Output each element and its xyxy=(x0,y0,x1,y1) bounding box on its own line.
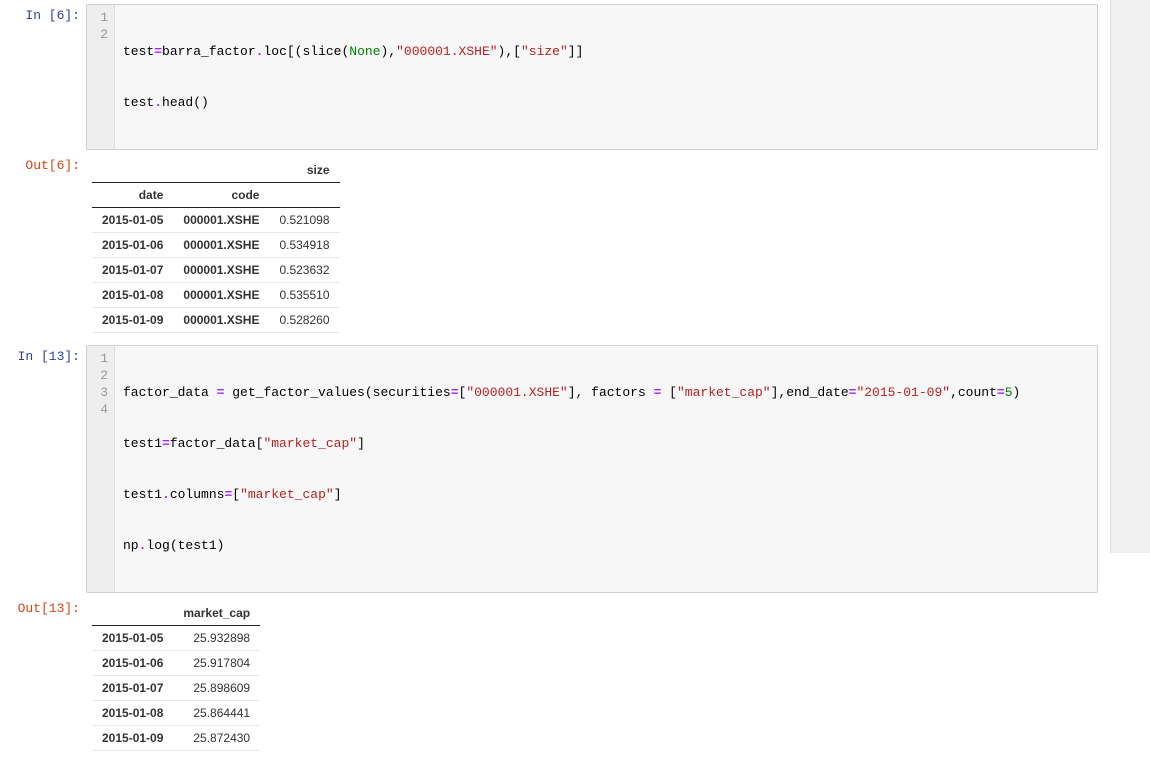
table-row: 2015-01-08 25.864441 xyxy=(92,701,260,726)
code-cell: In [6]: 1 2 test=barra_factor.loc[(slice… xyxy=(0,2,1108,152)
table-row: 2015-01-09 000001.XSHE 0.528260 xyxy=(92,308,340,333)
cell-date: 2015-01-09 xyxy=(92,726,173,751)
cell-value: 0.523632 xyxy=(269,258,339,283)
line-gutter: 1 2 3 4 xyxy=(87,346,115,592)
table-row: 2015-01-07 000001.XSHE 0.523632 xyxy=(92,258,340,283)
right-margin xyxy=(1110,0,1150,553)
table-row: 2015-01-08 000001.XSHE 0.535510 xyxy=(92,283,340,308)
cell-code: 000001.XSHE xyxy=(173,283,269,308)
cell-date: 2015-01-07 xyxy=(92,258,173,283)
cell-value: 25.917804 xyxy=(173,651,260,676)
code-text[interactable]: test=barra_factor.loc[(slice(None),"0000… xyxy=(115,5,591,149)
code-text[interactable]: factor_data = get_factor_values(securiti… xyxy=(115,346,1028,592)
col-header: market_cap xyxy=(173,601,260,626)
output-cell: Out[13]: market_cap 2015-01-05 25.932898… xyxy=(0,595,1108,761)
cell-date: 2015-01-06 xyxy=(92,651,173,676)
cell-code: 000001.XSHE xyxy=(173,308,269,333)
cell-date: 2015-01-08 xyxy=(92,701,173,726)
cell-value: 25.932898 xyxy=(173,626,260,651)
output-cell: Out[6]: size date code xyxy=(0,152,1108,343)
input-prompt: In [13]: xyxy=(0,345,86,364)
code-editor[interactable]: 1 2 test=barra_factor.loc[(slice(None),"… xyxy=(86,4,1098,150)
dataframe-table: market_cap 2015-01-05 25.932898 2015-01-… xyxy=(92,601,260,751)
cell-value: 25.872430 xyxy=(173,726,260,751)
col-header-blank xyxy=(269,183,339,208)
index-header: date xyxy=(92,183,173,208)
col-header-blank xyxy=(92,158,173,183)
output-area: size date code 2015-01-05 000001.XSHE 0.… xyxy=(86,154,1108,341)
notebook-container: In [6]: 1 2 test=barra_factor.loc[(slice… xyxy=(0,0,1108,761)
index-header: code xyxy=(173,183,269,208)
cell-date: 2015-01-06 xyxy=(92,233,173,258)
output-prompt: Out[13]: xyxy=(0,597,86,616)
table-row: 2015-01-07 25.898609 xyxy=(92,676,260,701)
col-header-blank xyxy=(92,601,173,626)
table-row: 2015-01-09 25.872430 xyxy=(92,726,260,751)
table-row: 2015-01-05 25.932898 xyxy=(92,626,260,651)
cell-value: 25.898609 xyxy=(173,676,260,701)
table-row: 2015-01-06 25.917804 xyxy=(92,651,260,676)
line-gutter: 1 2 xyxy=(87,5,115,149)
output-prompt: Out[6]: xyxy=(0,154,86,173)
cell-date: 2015-01-07 xyxy=(92,676,173,701)
cell-code: 000001.XSHE xyxy=(173,233,269,258)
cell-value: 0.534918 xyxy=(269,233,339,258)
code-cell: In [13]: 1 2 3 4 factor_data = get_facto… xyxy=(0,343,1108,595)
table-row: 2015-01-05 000001.XSHE 0.521098 xyxy=(92,208,340,233)
col-header-blank xyxy=(173,158,269,183)
table-row: 2015-01-06 000001.XSHE 0.534918 xyxy=(92,233,340,258)
cell-value: 0.528260 xyxy=(269,308,339,333)
cell-date: 2015-01-09 xyxy=(92,308,173,333)
cell-value: 25.864441 xyxy=(173,701,260,726)
cell-code: 000001.XSHE xyxy=(173,208,269,233)
cell-value: 0.521098 xyxy=(269,208,339,233)
cell-date: 2015-01-05 xyxy=(92,626,173,651)
cell-value: 0.535510 xyxy=(269,283,339,308)
code-editor[interactable]: 1 2 3 4 factor_data = get_factor_values(… xyxy=(86,345,1098,593)
col-header: size xyxy=(269,158,339,183)
output-area: market_cap 2015-01-05 25.932898 2015-01-… xyxy=(86,597,1108,759)
input-prompt: In [6]: xyxy=(0,4,86,23)
dataframe-table: size date code 2015-01-05 000001.XSHE 0.… xyxy=(92,158,340,333)
cell-date: 2015-01-08 xyxy=(92,283,173,308)
cell-code: 000001.XSHE xyxy=(173,258,269,283)
cell-date: 2015-01-05 xyxy=(92,208,173,233)
